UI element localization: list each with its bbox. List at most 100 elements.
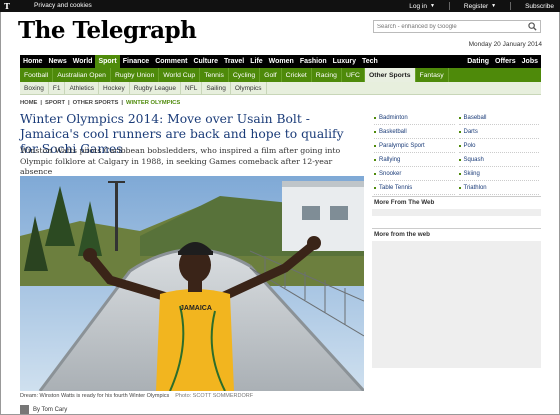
divider xyxy=(448,2,450,10)
sport-link-label: Paralympic Sport xyxy=(379,143,425,149)
sport-link-darts[interactable]: Darts xyxy=(458,126,539,139)
sport-link-baseball[interactable]: Baseball xyxy=(458,112,539,125)
byline[interactable]: By Tom Cary xyxy=(33,407,67,413)
sport-nav-cricket[interactable]: Cricket xyxy=(282,68,312,82)
more-from-web-panel-2: More from the web xyxy=(372,228,541,368)
nav-life[interactable]: Life xyxy=(247,55,265,68)
sport-nav-ufc[interactable]: UFC xyxy=(342,68,365,82)
more-from-web-panel: More From The Web xyxy=(372,196,541,216)
breadcrumb-winter-olympics[interactable]: WINTER OLYMPICS xyxy=(126,100,180,106)
nav-dating[interactable]: Dating xyxy=(464,55,492,68)
sport-link-label: Triathlon xyxy=(463,185,487,191)
breadcrumb-separator: | xyxy=(40,100,43,106)
sport-nav-world-cup[interactable]: World Cup xyxy=(159,68,201,82)
more-from-web-title-2: More from the web xyxy=(372,228,541,241)
bullet-icon xyxy=(374,187,376,189)
sport-link-label: Basketball xyxy=(379,129,407,135)
sport-link-label: Badminton xyxy=(379,115,408,121)
other-nav-olympics[interactable]: Olympics xyxy=(231,82,267,94)
bullet-icon xyxy=(374,117,376,119)
other-nav-f1[interactable]: F1 xyxy=(49,82,66,94)
nav-news[interactable]: News xyxy=(45,55,69,68)
bullet-icon xyxy=(374,173,376,175)
other-nav-sailing[interactable]: Sailing xyxy=(202,82,231,94)
breadcrumb-home[interactable]: HOME xyxy=(20,100,37,106)
top-bar: T Privacy and cookies Log in ▼ Register ▼ … xyxy=(0,0,560,12)
bullet-icon xyxy=(458,173,461,175)
sport-link-squash[interactable]: Squash xyxy=(458,154,539,167)
sport-nav-other-sports[interactable]: Other Sports xyxy=(364,68,416,82)
bullet-icon xyxy=(458,159,461,161)
chevron-down-icon: ▼ xyxy=(429,3,435,9)
sport-link-triathlon[interactable]: Triathlon xyxy=(458,182,539,195)
sport-link-snooker[interactable]: Snooker xyxy=(374,168,455,181)
sport-link-label: Snooker xyxy=(379,171,402,177)
breadcrumb-separator: | xyxy=(121,100,124,106)
breadcrumb: HOME | SPORT | OTHER SPORTS | WINTER OLYMPI… xyxy=(20,100,180,106)
sport-nav-fantasy[interactable]: Fantasy xyxy=(416,68,449,82)
sport-link-rallying[interactable]: Rallying xyxy=(374,154,455,167)
other-nav-athletics[interactable]: Athletics xyxy=(65,82,100,94)
caption-text: Dream: Winston Watts is ready for his fo… xyxy=(20,393,170,399)
sport-nav-racing[interactable]: Racing xyxy=(312,68,342,82)
other-nav-hockey[interactable]: Hockey xyxy=(99,82,130,94)
masthead-logo[interactable]: The Telegraph xyxy=(18,17,197,44)
sport-link-basketball[interactable]: Basketball xyxy=(374,126,455,139)
nav-home[interactable]: Home xyxy=(20,55,45,68)
sport-nav-golf[interactable]: Golf xyxy=(260,68,282,82)
nav-offers[interactable]: Offers xyxy=(492,55,519,68)
nav-finance[interactable]: Finance xyxy=(120,55,152,68)
more-from-web-title: More From The Web xyxy=(372,196,541,209)
article-standfirst: Winston Watts pilots Caribbean bobsledde… xyxy=(20,146,341,176)
breadcrumb-separator: | xyxy=(68,100,70,106)
sport-nav-rugby-union[interactable]: Rugby Union xyxy=(111,68,160,82)
bullet-icon xyxy=(458,145,461,147)
bullet-icon xyxy=(374,131,376,133)
other-nav-nfl[interactable]: NFL xyxy=(181,82,203,94)
nav-luxury[interactable]: Luxury xyxy=(330,55,359,68)
breadcrumb-sport[interactable]: SPORT xyxy=(45,100,65,106)
sport-link-polo[interactable]: Polo xyxy=(458,140,539,153)
nav-women[interactable]: Women xyxy=(266,55,297,68)
sport-link-badminton[interactable]: Badminton xyxy=(374,112,455,125)
other-nav-boxing[interactable]: Boxing xyxy=(20,82,49,94)
telegraph-t-logo[interactable]: T xyxy=(4,1,10,11)
photo-caption: Dream: Winston Watts is ready for his fo… xyxy=(20,393,253,399)
login-label: Log in xyxy=(409,2,427,10)
sport-link-skiing[interactable]: Skiing xyxy=(458,168,539,181)
other-sports-nav: Boxing F1 Athletics Hockey Rugby League … xyxy=(20,82,541,95)
sport-link-paralympic-sport[interactable]: Paralympic Sport xyxy=(374,140,455,153)
privacy-link[interactable]: Privacy and cookies xyxy=(34,2,92,9)
sport-nav-football[interactable]: Football xyxy=(20,68,54,82)
sport-nav-australian-open[interactable]: Australian Open xyxy=(53,68,111,82)
nav-fashion[interactable]: Fashion xyxy=(297,55,330,68)
nav-sport[interactable]: Sport xyxy=(95,55,120,68)
bullet-icon xyxy=(458,131,461,133)
breadcrumb-other-sports[interactable]: OTHER SPORTS xyxy=(73,100,119,106)
login-menu[interactable]: Log in ▼ xyxy=(409,2,435,10)
current-date: Monday 20 January 2014 xyxy=(468,41,542,48)
bullet-icon xyxy=(374,159,376,161)
nav-tech[interactable]: Tech xyxy=(359,55,381,68)
sidebar: Badminton Baseball Basketball Darts Para… xyxy=(372,112,541,195)
nav-jobs[interactable]: Jobs xyxy=(519,55,541,68)
photo-credit: Photo: SCOTT SOMMERDORF xyxy=(175,393,254,399)
subscribe-link[interactable]: Subscribe xyxy=(525,2,554,10)
nav-comment[interactable]: Comment xyxy=(152,55,190,68)
sport-nav-cycling[interactable]: Cycling xyxy=(229,68,261,82)
sport-nav-tennis[interactable]: Tennis xyxy=(200,68,229,82)
search-icon[interactable] xyxy=(528,22,537,31)
nav-culture[interactable]: Culture xyxy=(190,55,221,68)
sport-link-table-tennis[interactable]: Table Tennis xyxy=(374,182,455,195)
other-nav-rugby-league[interactable]: Rugby League xyxy=(130,82,182,94)
chevron-down-icon: ▼ xyxy=(491,3,497,9)
author-avatar xyxy=(20,405,29,414)
bullet-icon xyxy=(458,187,461,189)
nav-travel[interactable]: Travel xyxy=(221,55,247,68)
register-menu[interactable]: Register ▼ xyxy=(464,2,496,10)
article-photo[interactable]: JAMAICA xyxy=(20,176,364,391)
nav-world[interactable]: World xyxy=(70,55,96,68)
divider xyxy=(510,2,512,10)
search-input[interactable] xyxy=(374,21,524,32)
sport-link-label: Polo xyxy=(463,143,476,149)
